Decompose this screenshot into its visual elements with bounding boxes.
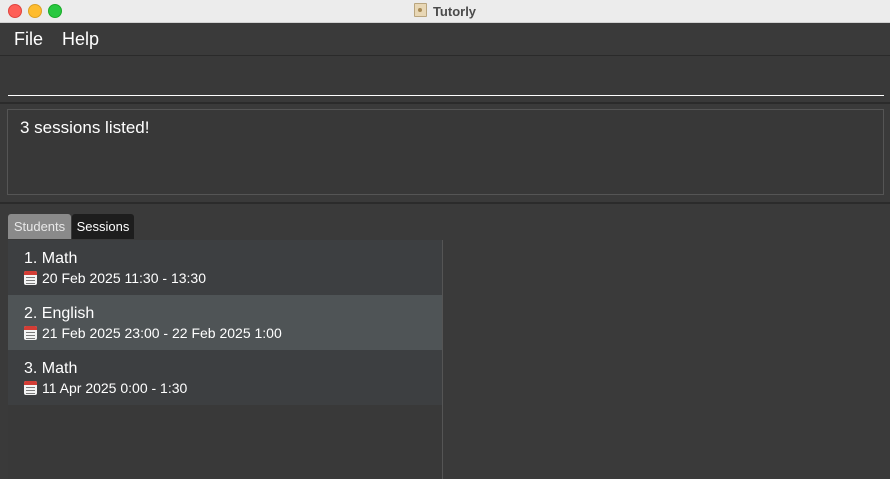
session-index: 2. (24, 305, 38, 322)
menu-file[interactable]: File (14, 29, 43, 50)
command-box (0, 56, 890, 102)
session-subject: English (41, 305, 95, 322)
calendar-icon (24, 381, 37, 395)
session-subject: Math (41, 360, 78, 377)
session-time-row: 11 Apr 2025 0:00 - 1:30 (24, 380, 187, 396)
tab-sessions[interactable]: Sessions (72, 214, 134, 239)
calendar-icon (24, 326, 37, 340)
calendar-icon (24, 271, 37, 285)
session-time-row: 21 Feb 2025 23:00 - 22 Feb 2025 1:00 (24, 325, 282, 341)
window-title: Tutorly (432, 4, 477, 19)
session-time-row: 20 Feb 2025 11:30 - 13:30 (24, 270, 206, 286)
session-list[interactable]: 1. Math 20 Feb 2025 11:30 - 13:30 2. Eng… (8, 240, 442, 479)
session-time: 20 Feb 2025 11:30 - 13:30 (42, 270, 206, 286)
menu-help[interactable]: Help (62, 29, 99, 50)
session-list-item[interactable]: 1. Math 20 Feb 2025 11:30 - 13:30 (8, 240, 442, 295)
session-subject: Math (41, 250, 78, 267)
tab-students[interactable]: Students (8, 214, 71, 239)
session-list-item[interactable]: 3. Math 11 Apr 2025 0:00 - 1:30 (8, 350, 442, 405)
command-input[interactable] (8, 60, 884, 96)
session-title: 2. English (24, 305, 94, 323)
result-display: 3 sessions listed! (7, 109, 884, 195)
divider (0, 202, 890, 204)
session-index: 1. (24, 250, 38, 267)
result-message: 3 sessions listed! (20, 118, 150, 137)
session-index: 3. (24, 360, 38, 377)
window-title-group: Tutorly (0, 3, 890, 19)
session-title: 1. Math (24, 250, 77, 268)
session-title: 3. Math (24, 360, 77, 378)
app-icon (413, 3, 427, 17)
session-time: 11 Apr 2025 0:00 - 1:30 (42, 380, 188, 396)
title-bar: Tutorly (0, 0, 890, 23)
list-panel-border (442, 240, 443, 479)
divider (0, 102, 890, 104)
session-time: 21 Feb 2025 23:00 - 22 Feb 2025 1:00 (42, 325, 282, 341)
session-list-item[interactable]: 2. English 21 Feb 2025 23:00 - 22 Feb 20… (8, 295, 442, 350)
menu-bar: File Help (0, 23, 890, 56)
